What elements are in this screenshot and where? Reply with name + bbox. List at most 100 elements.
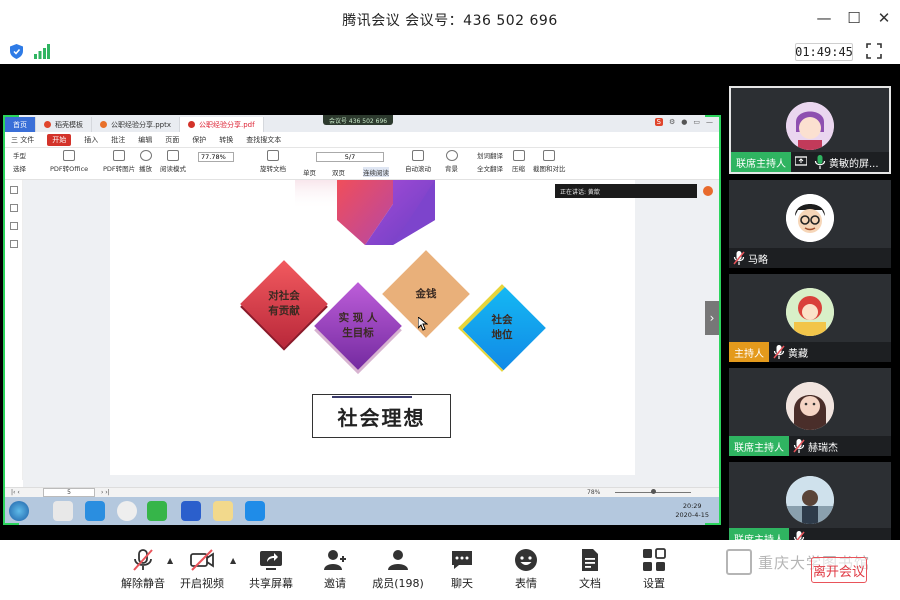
read-mode-button[interactable]: 阅读模式 [160, 150, 186, 173]
double-page-button[interactable]: 双页 [332, 167, 345, 177]
minimize-icon[interactable]: — [816, 8, 832, 28]
invite-button[interactable]: 邀请 [305, 548, 365, 591]
button-label: 共享屏幕 [249, 577, 293, 590]
status-zoom: 78% [587, 489, 601, 496]
button-label: 表情 [515, 577, 537, 590]
single-page-button[interactable]: 单页 [303, 167, 316, 177]
title-bar: 腾讯会议 会议号：436 502 696 — ☐ ✕ [0, 0, 900, 40]
leave-meeting-button[interactable]: 离开会议 [811, 557, 867, 583]
mic-on-icon [814, 155, 826, 169]
menu-insert[interactable]: 插入 [84, 135, 98, 145]
folder-icon[interactable] [213, 501, 233, 521]
menu-page[interactable]: 页面 [165, 135, 179, 145]
keyboard-icon[interactable]: ▭ [693, 118, 700, 126]
status-page-input[interactable]: 5 [43, 488, 95, 497]
mouse-cursor-icon [418, 317, 428, 331]
emoji-button[interactable]: 表情 [496, 548, 556, 591]
avatar [786, 102, 834, 150]
auto-scroll-button[interactable]: 自动滚动 [405, 150, 431, 173]
menu-file[interactable]: 三 文件 [11, 135, 34, 145]
full-translate-button[interactable]: 全文翻译 [477, 163, 503, 173]
next-page-icon[interactable]: › [705, 301, 719, 335]
menu-start[interactable]: 开始 [47, 133, 72, 146]
diamond-label: 社会 地位 [477, 313, 527, 343]
chat-button[interactable]: 聊天 [432, 548, 492, 591]
media-player-icon[interactable] [147, 501, 167, 521]
menu-edit[interactable]: 编辑 [138, 135, 152, 145]
pdf-to-office-button[interactable]: PDF转Office [50, 150, 88, 173]
button-label: 解除静音 [121, 577, 165, 590]
compress-button[interactable]: 压缩 [512, 150, 525, 173]
members-button[interactable]: 成员(198) [368, 548, 428, 591]
cloud-icon[interactable] [85, 501, 105, 521]
sogou-icon[interactable]: S [654, 118, 663, 126]
nav-first-icon[interactable]: |‹ ‹ [11, 489, 20, 496]
start-video-button[interactable]: 开启视频 [172, 548, 232, 591]
menu-protect[interactable]: 保护 [192, 135, 206, 145]
diamond-line: 金钱 [415, 288, 437, 300]
shared-screen[interactable]: 首页 稻壳模板 公职经验分享.pptx 公职经验分享.pdf 会议号 436 5… [3, 115, 721, 525]
sogou-browser-icon[interactable] [117, 501, 137, 521]
bookmark-icon[interactable] [10, 222, 18, 230]
minimize-small-icon[interactable]: — [706, 118, 713, 126]
pdf-to-image-button[interactable]: PDF转图片 [103, 150, 135, 173]
participant-tile[interactable]: 主持人 黄藏 [729, 274, 891, 362]
participant-tile[interactable]: 马略 [729, 180, 891, 268]
wps-tab-home[interactable]: 首页 [5, 117, 36, 132]
participant-role: 联席主持人 [729, 436, 789, 456]
document-area[interactable]: 对社会 有贡献 实 现 人生目标 金钱 社会 地位 社会理想 正在讲话: 黄歆 › [23, 180, 719, 487]
select-tool-button[interactable]: 选择 [13, 163, 26, 173]
participant-name: 黄敏的屏... [829, 158, 879, 170]
share-screen-button[interactable]: 共享屏幕 [241, 548, 301, 591]
maximize-icon[interactable]: ☐ [846, 8, 862, 28]
zoom-input[interactable]: 77.78% [198, 152, 234, 162]
wps-tab-template[interactable]: 稻壳模板 [36, 117, 92, 132]
word-translate-button[interactable]: 划词翻译 [477, 150, 503, 160]
close-icon[interactable]: ✕ [876, 8, 892, 28]
continuous-read-button[interactable]: 连续阅读 [363, 167, 389, 177]
thumbnail-icon[interactable] [10, 204, 18, 212]
tencent-meeting-icon[interactable] [245, 501, 265, 521]
chevron-up-icon[interactable]: ▲ [230, 556, 236, 565]
menu-annotate[interactable]: 批注 [111, 135, 125, 145]
unmute-button[interactable]: 解除静音 [113, 548, 173, 591]
scroll-icon [412, 150, 424, 161]
settings-icon[interactable]: ⚙ [669, 118, 675, 126]
viewer-sidebar [5, 180, 23, 480]
signal-icon[interactable] [34, 44, 50, 59]
wps-tab-pdf[interactable]: 公职经验分享.pdf [180, 117, 264, 132]
documents-button[interactable]: 文档 [560, 548, 620, 591]
mic-muted-icon [773, 345, 785, 359]
add-user-icon [324, 550, 346, 570]
diamond-line: 地位 [491, 329, 513, 341]
background-button[interactable]: 背景 [445, 150, 458, 173]
button-label: 连续阅读 [363, 169, 389, 177]
hand-tool-button[interactable]: 手型 [13, 150, 26, 160]
menu-search[interactable]: 查找搜文本 [246, 135, 281, 145]
menu-convert[interactable]: 转换 [219, 135, 233, 145]
wps-writer-icon[interactable] [181, 501, 201, 521]
participant-tile[interactable]: 联席主持人 黄敏的屏... [729, 86, 891, 174]
screenshot-compare-button[interactable]: 截图和对比 [533, 150, 566, 173]
page-input[interactable]: 5/7 [316, 152, 384, 162]
zoom-slider-handle[interactable] [651, 489, 656, 494]
shield-icon[interactable] [10, 44, 23, 59]
play-button[interactable]: 播放 [139, 150, 152, 173]
wps-tab-pptx[interactable]: 公职经验分享.pptx [92, 117, 180, 132]
avatar [786, 476, 834, 524]
nav-last-icon[interactable]: › ›| [101, 489, 110, 496]
windows-start-icon[interactable] [9, 501, 29, 521]
qq-icon[interactable] [53, 501, 73, 521]
fullscreen-icon[interactable] [866, 43, 882, 59]
emoji-icon [515, 549, 537, 571]
window-title: 腾讯会议 会议号：436 502 696 [342, 13, 558, 29]
annotation-icon[interactable] [10, 240, 18, 248]
rotate-button[interactable]: 旋转文档 [260, 150, 286, 173]
speaker-avatar-icon [703, 186, 713, 196]
clock-date: 2020-4-15 [675, 511, 709, 519]
participant-tile[interactable]: 联席主持人 赫瑞杰 [729, 368, 891, 456]
participant-tile[interactable]: 联席主持人 [729, 462, 891, 548]
mic-small-icon[interactable]: ● [681, 118, 687, 126]
cursor-icon[interactable] [10, 186, 18, 194]
settings-button[interactable]: 设置 [624, 548, 684, 591]
